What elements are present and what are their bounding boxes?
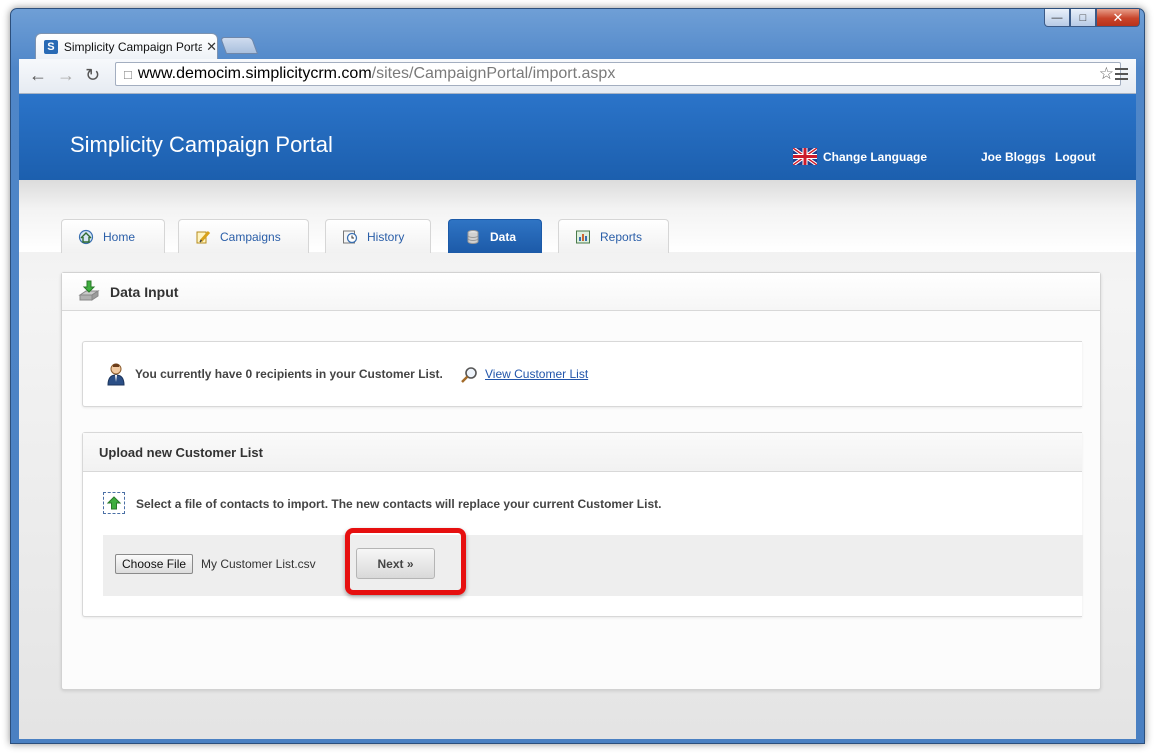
site-header: Simplicity Campaign Portal Change Langua… (19, 94, 1136, 180)
tab-campaigns-label: Campaigns (220, 229, 281, 244)
search-icon (461, 367, 477, 383)
recipients-count-text: You currently have 0 recipients in your … (135, 367, 443, 381)
upload-customer-list-section: Upload new Customer List Select a file o… (82, 432, 1083, 617)
forward-icon[interactable]: → (57, 65, 75, 86)
browser-toolbar: ← → ↻ □ www.democim.simplicitycrm.com/si… (19, 59, 1136, 94)
history-icon (343, 230, 358, 243)
panel-title: Data Input (110, 284, 179, 300)
tab-home[interactable]: Home (61, 219, 165, 253)
highlight-box (345, 528, 466, 595)
tab-title: Simplicity Campaign Portal (63, 39, 203, 54)
data-input-panel: Data Input You currently have 0 recipien… (61, 272, 1101, 690)
selected-file-name: My Customer List.csv (201, 557, 316, 571)
maximize-button[interactable]: □ (1070, 9, 1096, 27)
reports-icon (576, 230, 590, 243)
window-controls: — □ ✕ (1044, 9, 1140, 27)
tab-history[interactable]: History (325, 219, 431, 253)
panel-header: Data Input (62, 273, 1100, 311)
upload-instructions: Select a file of contacts to import. The… (136, 497, 662, 511)
choose-file-button[interactable]: Choose File (115, 554, 194, 574)
tab-reports[interactable]: Reports (558, 219, 669, 253)
tab-data-label: Data (490, 229, 517, 244)
user-name-link[interactable]: Joe Bloggs (981, 150, 1046, 164)
site-title: Simplicity Campaign Portal (70, 132, 333, 157)
tab-data[interactable]: Data (448, 219, 542, 253)
new-tab-button[interactable] (219, 37, 259, 54)
tab-history-label: History (367, 229, 405, 244)
tab-reports-label: Reports (600, 229, 643, 244)
tab-home-label: Home (103, 229, 136, 244)
browser-window: — □ ✕ S Simplicity Campaign Portal ✕ ← →… (10, 8, 1145, 744)
close-window-button[interactable]: ✕ (1096, 9, 1140, 27)
url-path: /sites/CampaignPortal/import.aspx (371, 65, 616, 82)
customer-list-info: You currently have 0 recipients in your … (82, 341, 1082, 407)
page-icon: □ (124, 66, 132, 82)
view-customer-list-link[interactable]: View Customer List (485, 367, 588, 381)
favicon-icon: S (44, 39, 58, 54)
file-select-row: Choose File My Customer List.csv Next » (103, 528, 1083, 596)
pencil-icon (196, 230, 211, 243)
home-icon (78, 229, 94, 244)
bookmark-star-icon[interactable]: ☆ (1099, 64, 1114, 84)
user-icon (107, 363, 125, 386)
upload-arrow-icon (103, 492, 125, 514)
minimize-button[interactable]: — (1044, 9, 1070, 27)
url-host: www.democim.simplicitycrm.com (137, 65, 372, 82)
tab-campaigns[interactable]: Campaigns (178, 219, 309, 253)
address-bar[interactable]: □ www.democim.simplicitycrm.com/sites/Ca… (115, 62, 1121, 86)
database-icon (467, 229, 479, 244)
browser-tab[interactable]: S Simplicity Campaign Portal ✕ (35, 33, 218, 59)
change-language-label: Change Language (823, 149, 928, 164)
reload-icon[interactable]: ↻ (85, 65, 100, 86)
data-input-icon (78, 280, 100, 301)
change-language-link[interactable]: Change Language (793, 148, 927, 165)
back-icon[interactable]: ← (29, 65, 47, 86)
upload-title: Upload new Customer List (99, 445, 263, 460)
tab-close-icon[interactable]: ✕ (206, 39, 217, 55)
page-viewport: Simplicity Campaign Portal Change Langua… (19, 94, 1136, 739)
logout-link[interactable]: Logout (1055, 150, 1096, 164)
browser-menu-icon[interactable] (1115, 68, 1128, 83)
uk-flag-icon (793, 148, 817, 165)
upload-header: Upload new Customer List (83, 433, 1082, 472)
